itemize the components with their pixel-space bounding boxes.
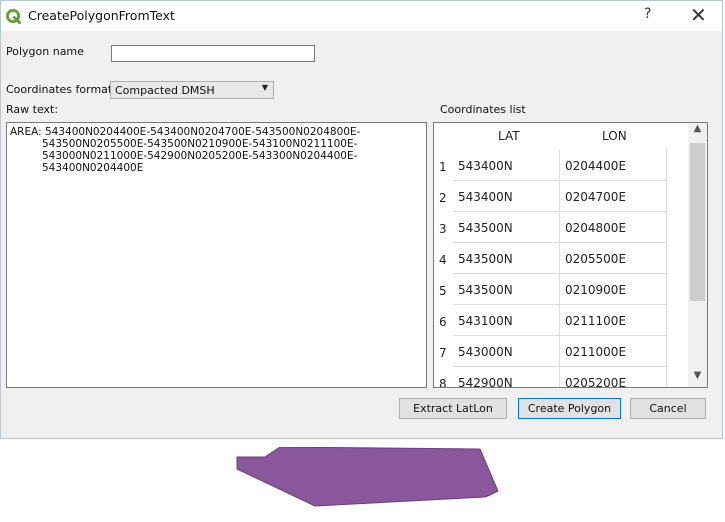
lat-value: 543400N [458, 190, 513, 204]
raw-text-area[interactable]: AREA: 543400N0204400E-543400N0204700E-54… [6, 122, 427, 388]
raw-text-line: 543000N0211000E-542900N0205200E-543300N0… [42, 150, 358, 162]
lon-value: 0205200E [565, 376, 627, 388]
coordinates-list-label: Coordinates list [440, 103, 526, 116]
raw-text-label: Raw text: [6, 103, 59, 116]
lon-cell[interactable]: 0204800E [560, 212, 667, 243]
lon-value: 0205500E [565, 252, 627, 266]
lon-cell[interactable]: 0205500E [560, 243, 667, 274]
title-bar: CreatePolygonFromText ? ✕ [1, 1, 722, 31]
row-number: 6 [439, 315, 447, 329]
row-number: 8 [439, 377, 447, 388]
create-polygon-dialog: CreatePolygonFromText ? ✕ Polygon name C… [0, 0, 723, 439]
table-row[interactable]: 4 543500N 0205500E [434, 243, 689, 274]
lat-value: 543400N [458, 159, 513, 173]
lat-value: 543000N [458, 345, 513, 359]
polygon-name-label: Polygon name [6, 45, 84, 58]
raw-text-line: 543500N0205500E-543500N0210900E-543100N0… [42, 138, 358, 150]
lon-cell[interactable]: 0204700E [560, 181, 667, 212]
table-row[interactable]: 2 543400N 0204700E [434, 181, 689, 212]
lon-cell[interactable]: 0210900E [560, 274, 667, 305]
column-header-lon[interactable]: LON [602, 129, 627, 143]
lon-cell[interactable]: 0205200E [560, 367, 667, 388]
cancel-button[interactable]: Cancel [630, 398, 706, 419]
row-number: 5 [439, 284, 447, 298]
lat-cell[interactable]: 542900N [453, 367, 560, 388]
table-row[interactable]: 3 543500N 0204800E [434, 212, 689, 243]
chevron-up-icon[interactable]: ▲ [688, 123, 707, 140]
coordinates-format-select[interactable]: Compacted DMSH ▼ [110, 81, 274, 99]
row-number: 4 [439, 253, 447, 267]
chevron-down-icon[interactable]: ▼ [688, 370, 707, 387]
lat-value: 543500N [458, 221, 513, 235]
lat-value: 543100N [458, 314, 513, 328]
lon-cell[interactable]: 0211000E [560, 336, 667, 367]
lat-value: 543500N [458, 252, 513, 266]
chevron-down-icon: ▼ [261, 83, 268, 92]
raw-text-line: AREA: 543400N0204400E-543400N0204700E-54… [10, 126, 361, 138]
lat-value: 542900N [458, 376, 513, 388]
lon-value: 0204400E [565, 159, 627, 173]
lon-cell[interactable]: 0204400E [560, 150, 667, 181]
coordinates-format-value: Compacted DMSH [115, 84, 215, 97]
row-number: 3 [439, 222, 447, 236]
lon-value: 0204700E [565, 190, 627, 204]
polygon-fill [236, 447, 499, 507]
coordinates-format-label: Coordinates format: [6, 83, 116, 96]
window-title: CreatePolygonFromText [28, 8, 175, 23]
lon-value: 0210900E [565, 283, 627, 297]
close-button[interactable]: ✕ [690, 3, 707, 27]
table-row[interactable]: 6 543100N 0211100E [434, 305, 689, 336]
lon-value: 0204800E [565, 221, 627, 235]
row-number: 2 [439, 191, 447, 205]
lat-cell[interactable]: 543400N [453, 150, 560, 181]
lat-cell[interactable]: 543400N [453, 181, 560, 212]
vertical-scrollbar[interactable]: ▲ ▼ [688, 123, 707, 387]
table-row[interactable]: 1 543400N 0204400E [434, 150, 689, 181]
extract-latlon-button[interactable]: Extract LatLon [399, 398, 507, 419]
polygon-name-input[interactable] [111, 45, 315, 62]
qgis-logo-icon [6, 9, 21, 24]
table-row[interactable]: 7 543000N 0211000E [434, 336, 689, 367]
table-row[interactable]: 5 543500N 0210900E [434, 274, 689, 305]
create-polygon-button[interactable]: Create Polygon [518, 398, 621, 419]
lon-value: 0211100E [565, 314, 627, 328]
lat-value: 543500N [458, 283, 513, 297]
coordinates-table[interactable]: LAT LON 1 543400N 0204400E 2 543400N 020… [433, 122, 708, 388]
polygon-shape[interactable] [235, 447, 500, 509]
lat-cell[interactable]: 543100N [453, 305, 560, 336]
row-number: 1 [439, 160, 447, 174]
raw-text-line: 543400N0204400E [42, 162, 144, 174]
lon-value: 0211000E [565, 345, 627, 359]
column-header-lat[interactable]: LAT [498, 129, 520, 143]
table-row[interactable]: 8 542900N 0205200E [434, 367, 689, 388]
lon-cell[interactable]: 0211100E [560, 305, 667, 336]
lat-cell[interactable]: 543500N [453, 243, 560, 274]
lat-cell[interactable]: 543000N [453, 336, 560, 367]
lat-cell[interactable]: 543500N [453, 274, 560, 305]
lat-cell[interactable]: 543500N [453, 212, 560, 243]
row-number: 7 [439, 346, 447, 360]
help-button[interactable]: ? [644, 6, 651, 22]
scrollbar-thumb[interactable] [690, 143, 705, 301]
